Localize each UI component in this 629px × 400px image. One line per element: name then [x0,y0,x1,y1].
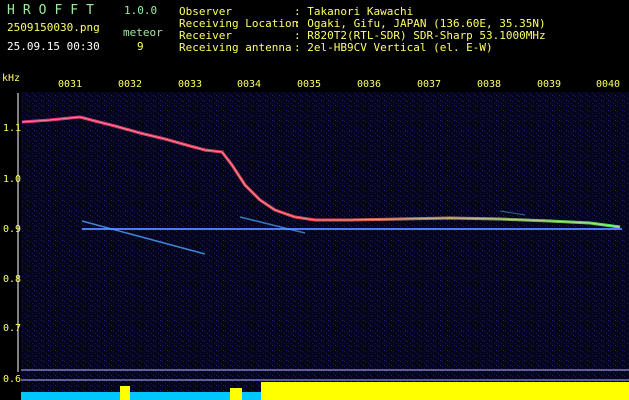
file-timestamp: 25.09.15 00:30 [7,40,100,53]
observer-value: : Takanori Kawachi [294,5,414,18]
freq-tick: 1.1 [3,123,22,134]
receiver-label: Receiver [179,29,232,42]
file-name: 2509150030.png [7,21,100,34]
freq-tick: 0.7 [3,323,22,334]
time-tick: 0039 [537,79,562,90]
plot-background [21,92,629,400]
time-tick: 0035 [297,79,322,90]
meteor-count: 9 [137,40,144,53]
location-value: : Ogaki, Gifu, JAPAN (136.60E, 35.35N) [294,17,546,30]
time-tick: 0037 [417,79,442,90]
freq-tick: 0.9 [3,224,22,235]
time-tick: 0033 [178,79,203,90]
antenna-label: Receiving antenna [179,41,292,54]
time-tick: 0038 [477,79,502,90]
spectrogram-canvas [17,92,629,400]
receiver-value: : R820T2(RTL-SDR) SDR-Sharp 53.1000MHz [294,29,546,42]
antenna-value: : 2el-HB9CV Vertical (el. E-W) [294,41,493,54]
freq-tick: 1.0 [3,174,22,185]
time-tick: 0034 [237,79,262,90]
time-tick: 0040 [596,79,621,90]
app-version: 1.0.0 [124,4,158,17]
time-tick: 0031 [58,79,83,90]
freq-tick: 0.8 [3,274,22,285]
time-tick: 0032 [118,79,143,90]
location-label: Receiving Location [179,17,299,30]
time-tick: 0036 [357,79,382,90]
observer-label: Observer [179,5,232,18]
level-bar [261,382,629,400]
freq-tick: 0.6 [3,374,22,385]
app-name: HROFFT [7,3,102,18]
unit-label: kHz [2,73,21,84]
meteor-label: meteor [123,26,163,39]
level-bar-low [21,392,261,400]
